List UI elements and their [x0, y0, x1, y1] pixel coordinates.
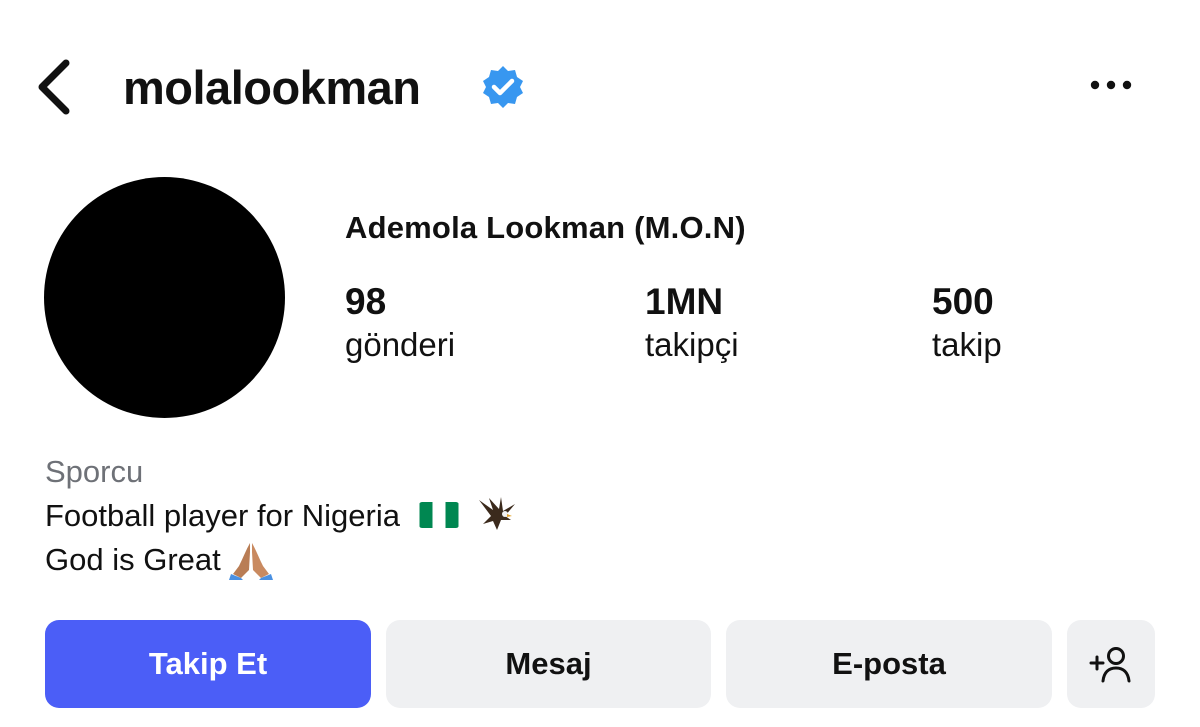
- profile-category: Sporcu: [45, 454, 144, 489]
- bio-line-2-text: God is Great: [45, 542, 221, 577]
- stat-following[interactable]: 500 takip: [932, 280, 1002, 366]
- add-user-button[interactable]: [1067, 620, 1155, 708]
- eagle-icon: [479, 497, 516, 530]
- message-button[interactable]: Mesaj: [386, 620, 711, 708]
- back-button[interactable]: [34, 58, 74, 116]
- follow-button[interactable]: Takip Et: [45, 620, 371, 708]
- chevron-left-icon: [38, 59, 70, 115]
- stat-posts-value: 98: [345, 281, 387, 322]
- stat-followers-label: takipçi: [645, 326, 739, 363]
- bio-line-1: Football player for Nigeria: [45, 494, 519, 538]
- add-user-icon: [1089, 647, 1131, 683]
- bio-line-1-text: Football player for Nigeria: [45, 498, 400, 533]
- email-button[interactable]: E-posta: [726, 620, 1052, 708]
- more-horizontal-icon: [1090, 80, 1132, 90]
- profile-username: molalookman: [123, 61, 421, 114]
- stat-posts-label: gönderi: [345, 326, 456, 363]
- profile-full-name: Ademola Lookman (M.O.N): [345, 210, 746, 245]
- nigeria-flag-icon: [419, 502, 459, 528]
- stat-followers[interactable]: 1MN takipçi: [645, 280, 739, 366]
- bio-line-2: God is Great: [45, 538, 274, 582]
- stat-following-label: takip: [932, 326, 1002, 363]
- avatar[interactable]: [44, 177, 285, 418]
- stat-posts[interactable]: 98 gönderi: [345, 280, 455, 366]
- folded-hands-icon: [229, 543, 274, 580]
- verified-badge-icon: [483, 66, 523, 108]
- more-options-button[interactable]: [1086, 68, 1136, 102]
- stat-followers-value: 1MN: [645, 281, 724, 322]
- stat-following-value: 500: [932, 281, 994, 322]
